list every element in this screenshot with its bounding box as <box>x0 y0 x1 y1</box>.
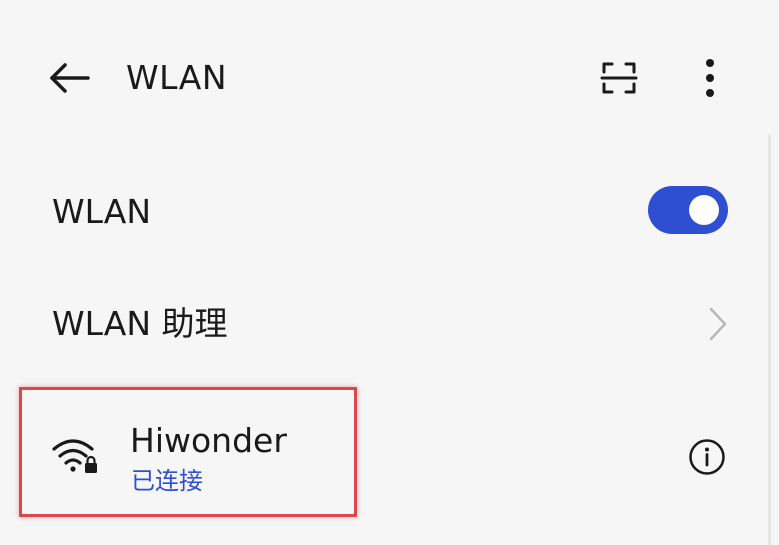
more-vertical-icon <box>706 59 714 97</box>
wlan-assistant-label: WLAN 助理 <box>52 304 228 343</box>
wifi-lock-icon <box>52 435 100 475</box>
network-status: 已连接 <box>131 467 203 495</box>
scan-qr-button[interactable] <box>600 60 638 96</box>
scan-icon <box>600 62 638 94</box>
connected-network-row[interactable]: Hiwonder 已连接 <box>0 400 760 520</box>
page-title: WLAN <box>126 58 228 97</box>
top-app-bar: WLAN <box>0 0 779 150</box>
toggle-knob <box>689 195 719 225</box>
network-name: Hiwonder <box>130 421 287 460</box>
network-info-button[interactable] <box>688 438 726 476</box>
wlan-toggle-row[interactable]: WLAN <box>0 178 760 248</box>
wlan-assistant-row[interactable]: WLAN 助理 <box>0 290 760 360</box>
chevron-right-icon <box>707 306 729 342</box>
info-icon <box>689 439 725 475</box>
wlan-settings-screen: WLAN WLAN WLAN 助理 Hiwonder 已连接 <box>0 0 779 545</box>
back-button[interactable] <box>46 58 92 98</box>
scrollbar[interactable] <box>768 135 771 545</box>
more-options-button[interactable] <box>695 58 725 98</box>
arrow-left-icon <box>50 63 90 93</box>
wlan-label: WLAN <box>52 192 152 231</box>
wlan-toggle-switch[interactable] <box>648 186 728 234</box>
